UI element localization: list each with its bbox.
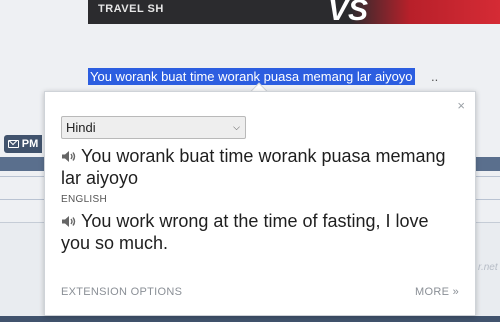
pm-button[interactable]: PM <box>4 135 42 153</box>
divider <box>0 199 44 200</box>
header-banner-image: TRAVEL SH VS <box>88 0 500 24</box>
target-language-label: ENGLISH <box>61 194 108 205</box>
envelope-icon <box>7 140 19 148</box>
banner-text: TRAVEL SH <box>98 3 164 15</box>
close-icon[interactable]: × <box>457 99 465 112</box>
page-stripe-right <box>476 157 500 171</box>
speaker-icon[interactable] <box>61 150 77 163</box>
source-text: You worank buat time worank puasa memang… <box>61 146 446 188</box>
speaker-icon[interactable] <box>61 215 77 228</box>
divider <box>0 176 44 177</box>
page-stripe-left <box>0 157 44 171</box>
banner-red-graphic <box>350 0 500 24</box>
source-language-value: Hindi <box>66 120 96 135</box>
divider <box>476 176 500 177</box>
highlighted-selection[interactable]: You worank buat time worank puasa memang… <box>88 68 415 85</box>
more-link[interactable]: MORE » <box>415 286 459 298</box>
pm-label: PM <box>21 138 39 150</box>
source-language-select[interactable]: Hindi ⌵ <box>61 116 246 139</box>
page-panel-left <box>0 222 44 322</box>
translated-text: You work wrong at the time of fasting, I… <box>61 211 429 253</box>
selection-ellipsis: .. <box>431 69 439 84</box>
watermark-text: r.net <box>478 262 498 273</box>
extension-options-link[interactable]: EXTENSION OPTIONS <box>61 286 182 298</box>
translation-popup: × Hindi ⌵ You worank buat time worank pu… <box>44 91 476 316</box>
divider <box>476 199 500 200</box>
banner-vs-text: VS <box>328 0 369 24</box>
translated-phrase: You work wrong at the time of fasting, I… <box>61 210 461 254</box>
source-phrase: You worank buat time worank puasa memang… <box>61 145 461 189</box>
chevron-down-icon: ⌵ <box>233 122 240 132</box>
page-bottom-bar <box>0 316 500 322</box>
